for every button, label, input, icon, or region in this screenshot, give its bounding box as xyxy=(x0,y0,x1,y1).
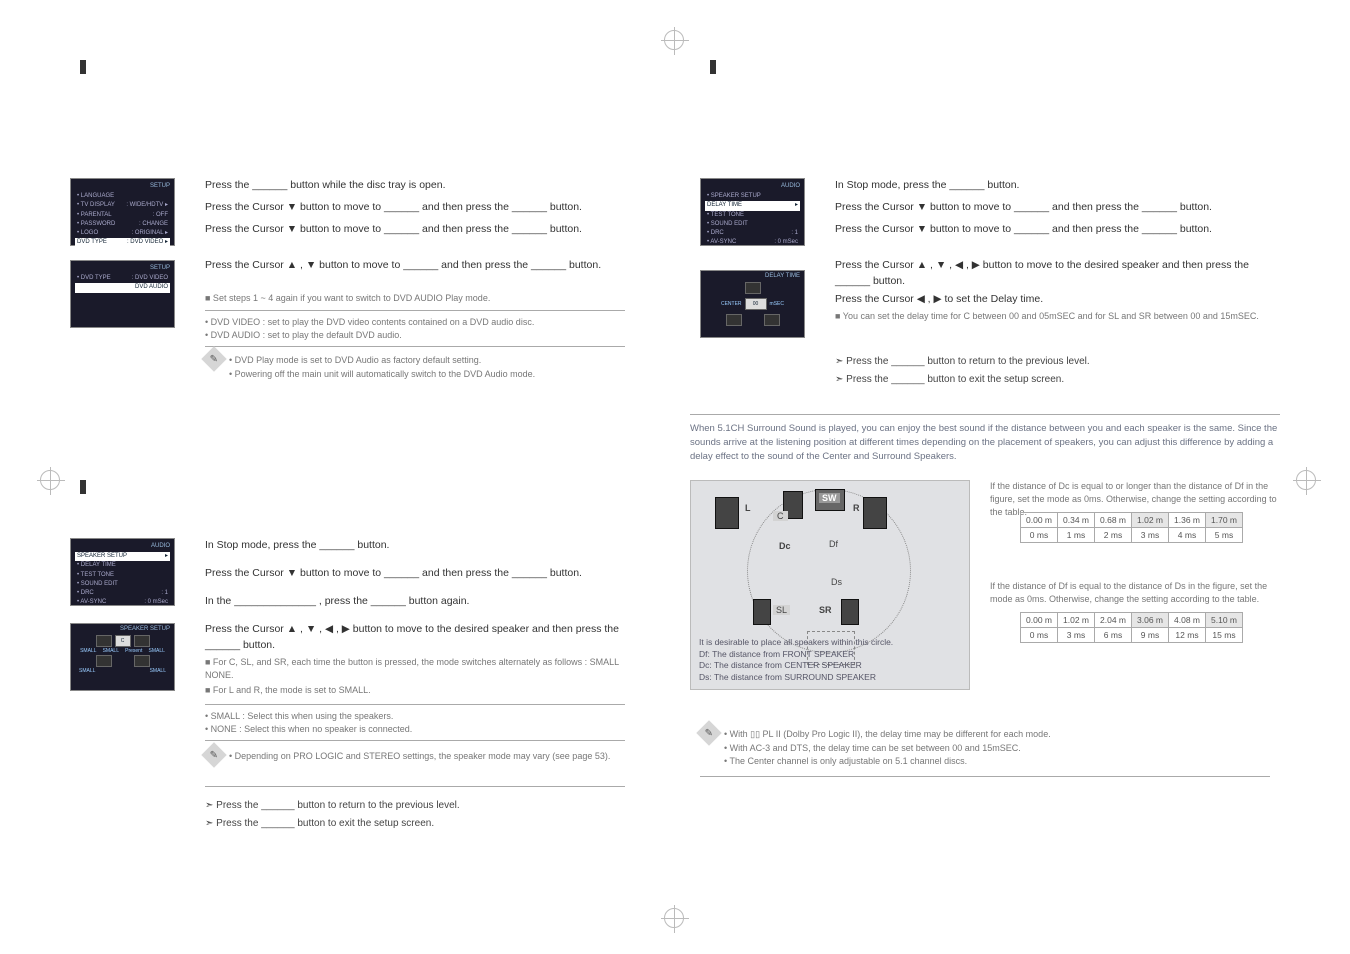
surround-paragraph: When 5.1CH Surround Sound is played, you… xyxy=(690,422,1280,463)
bullet-b2: ■ For L and R, the mode is set to SMALL. xyxy=(205,684,635,697)
audio-menu-thumb-r: AUDIO • SPEAKER SETUP DELAY TIME▸ • TEST… xyxy=(700,178,805,246)
tip-a: ✎ • DVD Play mode is set to DVD Audio as… xyxy=(205,354,535,381)
tip-icon: ✎ xyxy=(201,742,226,767)
step-a4: Press the Cursor ▲ , ▼ button to move to… xyxy=(205,258,635,274)
step-b1: In Stop mode, press the ______ button. xyxy=(205,538,635,554)
section-marker xyxy=(80,480,86,494)
separator xyxy=(205,740,625,741)
separator xyxy=(690,414,1280,415)
step-r2: Press the Cursor ▼ button to move to ___… xyxy=(835,200,1265,216)
separator xyxy=(205,310,625,311)
step-a1: Press the ______ button while the disc t… xyxy=(205,178,635,194)
table2-intro: If the distance of Df is equal to the di… xyxy=(990,580,1280,606)
note-b1: • SMALL : Select this when using the spe… xyxy=(205,710,635,723)
tip-r: ✎ • With ▯▯ PL II (Dolby Pro Logic II), … xyxy=(700,728,1051,769)
step-a3: Press the Cursor ▼ button to move to ___… xyxy=(205,222,635,238)
step-a2: Press the Cursor ▼ button to move to ___… xyxy=(205,200,635,216)
registration-mark xyxy=(40,470,60,490)
dc-delay-table: 0.00 m0.34 m0.68 m1.02 m1.36 m1.70 m 0 m… xyxy=(1020,512,1243,543)
ds-delay-table: 0.00 m1.02 m2.04 m3.06 m4.08 m5.10 m 0 m… xyxy=(1020,612,1243,643)
step-r1: In Stop mode, press the ______ button. xyxy=(835,178,1265,194)
separator xyxy=(205,786,625,787)
tip-icon: ✎ xyxy=(201,346,226,371)
step-b2: Press the Cursor ▼ button to move to ___… xyxy=(205,566,635,582)
separator xyxy=(205,704,625,705)
setup-menu-thumb-1: SETUP • LANGUAGE • TV DISPLAY : WIDE/HDT… xyxy=(70,178,175,246)
speaker-layout-diagram: L C SW R SL SR Dc Df Ds It is desirable … xyxy=(690,480,970,690)
speaker-setup-thumb: SPEAKER SETUP C SMALLSMALLPresentSMALL S… xyxy=(70,623,175,691)
note-a2: • DVD AUDIO : set to play the default DV… xyxy=(205,329,635,342)
registration-mark xyxy=(1296,470,1316,490)
step-b4: Press the Cursor ▲ , ▼ , ◀ , ▶ button to… xyxy=(205,622,635,654)
tip-icon: ✎ xyxy=(696,720,721,745)
result-return: Press the ______ button to return to the… xyxy=(205,800,460,811)
result-return-r: Press the ______ button to return to the… xyxy=(835,356,1090,367)
audio-menu-thumb: AUDIO SPEAKER SETUP▸ • DELAY TIME • TEST… xyxy=(70,538,175,606)
section-marker xyxy=(80,60,86,74)
section-marker xyxy=(710,60,716,74)
registration-mark xyxy=(664,30,684,50)
bullet-b1: ■ For C, SL, and SR, each time the butto… xyxy=(205,656,635,682)
note-a1: • DVD VIDEO : set to play the DVD video … xyxy=(205,316,635,329)
result-exit: Press the ______ button to exit the setu… xyxy=(205,818,434,829)
right-page: AUDIO • SPEAKER SETUP DELAY TIME▸ • TEST… xyxy=(690,60,1290,880)
tip-b: ✎ • Depending on PRO LOGIC and STEREO se… xyxy=(205,750,610,768)
separator xyxy=(205,346,625,347)
step-r3: Press the Cursor ▼ button to move to ___… xyxy=(835,222,1265,238)
step-b3: In the ______________ , press the ______… xyxy=(205,594,635,610)
left-page: SETUP • LANGUAGE • TV DISPLAY : WIDE/HDT… xyxy=(60,60,660,880)
bullet-r: ■ You can set the delay time for C betwe… xyxy=(835,310,1265,323)
bullet-a: ■ Set steps 1 ~ 4 again if you want to s… xyxy=(205,292,635,305)
step-r5: Press the Cursor ◀ , ▶ to set the Delay … xyxy=(835,292,1265,308)
note-b2: • NONE : Select this when no speaker is … xyxy=(205,723,635,736)
setup-menu-thumb-2: SETUP • DVD TYPE : DVD VIDEO DVD AUDIO xyxy=(70,260,175,328)
separator xyxy=(700,776,1270,777)
step-r4: Press the Cursor ▲ , ▼ , ◀ , ▶ button to… xyxy=(835,258,1265,290)
delay-time-thumb: DELAY TIME CENTER 00 mSEC xyxy=(700,270,805,338)
registration-mark xyxy=(664,908,684,928)
result-exit-r: Press the ______ button to exit the setu… xyxy=(835,374,1064,385)
